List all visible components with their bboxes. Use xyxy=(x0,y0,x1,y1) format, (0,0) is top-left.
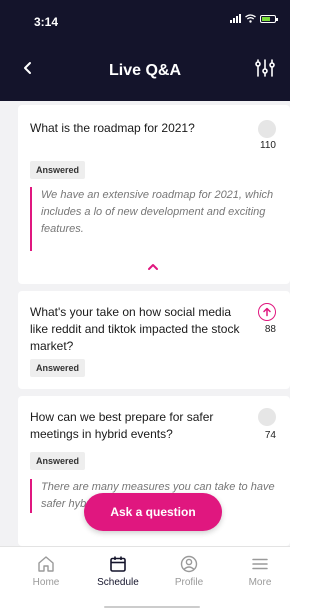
arrow-up-icon xyxy=(263,307,271,317)
home-indicator-area xyxy=(0,593,290,613)
calendar-icon xyxy=(110,556,126,572)
answer-text: We have an extensive roadmap for 2021, w… xyxy=(30,187,276,251)
menu-icon xyxy=(252,558,268,570)
tab-label: Home xyxy=(32,577,60,588)
question-text: What is the roadmap for 2021? xyxy=(30,121,195,135)
battery-icon xyxy=(260,14,278,23)
upvote-button[interactable] xyxy=(258,408,276,426)
status-time: 3:14 xyxy=(34,15,59,29)
app-header: 3:14 Live Q&A xyxy=(0,0,290,101)
home-icon xyxy=(38,556,54,572)
tab-label: More xyxy=(248,577,272,588)
vote-count: 110 xyxy=(260,140,276,151)
tab-home[interactable]: Home xyxy=(16,547,76,594)
tab-profile[interactable]: Profile xyxy=(159,547,219,594)
status-icons xyxy=(230,14,278,23)
ask-question-button[interactable]: Ask a question xyxy=(84,493,222,531)
tab-schedule[interactable]: Schedule xyxy=(88,547,148,594)
signal-icon xyxy=(230,14,241,23)
tab-label: Profile xyxy=(174,577,204,588)
home-indicator[interactable] xyxy=(104,606,200,608)
question-card[interactable]: What is the roadmap for 2021? 110 Answer… xyxy=(18,105,290,284)
tab-label: Schedule xyxy=(97,577,139,588)
question-text: How can we best prepare for safer meetin… xyxy=(30,410,214,441)
status-badge: Answered xyxy=(30,452,86,470)
profile-icon xyxy=(180,555,198,573)
vote-count: 88 xyxy=(264,324,276,335)
filter-sliders-icon[interactable] xyxy=(254,58,276,78)
status-badge: Answered xyxy=(30,161,86,179)
upvote-button[interactable] xyxy=(258,120,276,138)
chevron-up-icon[interactable] xyxy=(146,262,160,272)
bottom-tab-bar: Home Schedule Profile More xyxy=(0,546,290,593)
vote-count: 74 xyxy=(264,430,276,441)
tab-more[interactable]: More xyxy=(230,547,290,594)
upvote-button[interactable] xyxy=(258,303,276,321)
question-card[interactable]: What's your take on how social media lik… xyxy=(18,291,290,389)
page-title: Live Q&A xyxy=(108,62,181,79)
wifi-icon xyxy=(245,14,256,23)
question-text: What's your take on how social media lik… xyxy=(30,305,240,353)
status-badge: Answered xyxy=(30,359,86,377)
questions-feed[interactable]: What is the roadmap for 2021? 110 Answer… xyxy=(0,101,290,546)
